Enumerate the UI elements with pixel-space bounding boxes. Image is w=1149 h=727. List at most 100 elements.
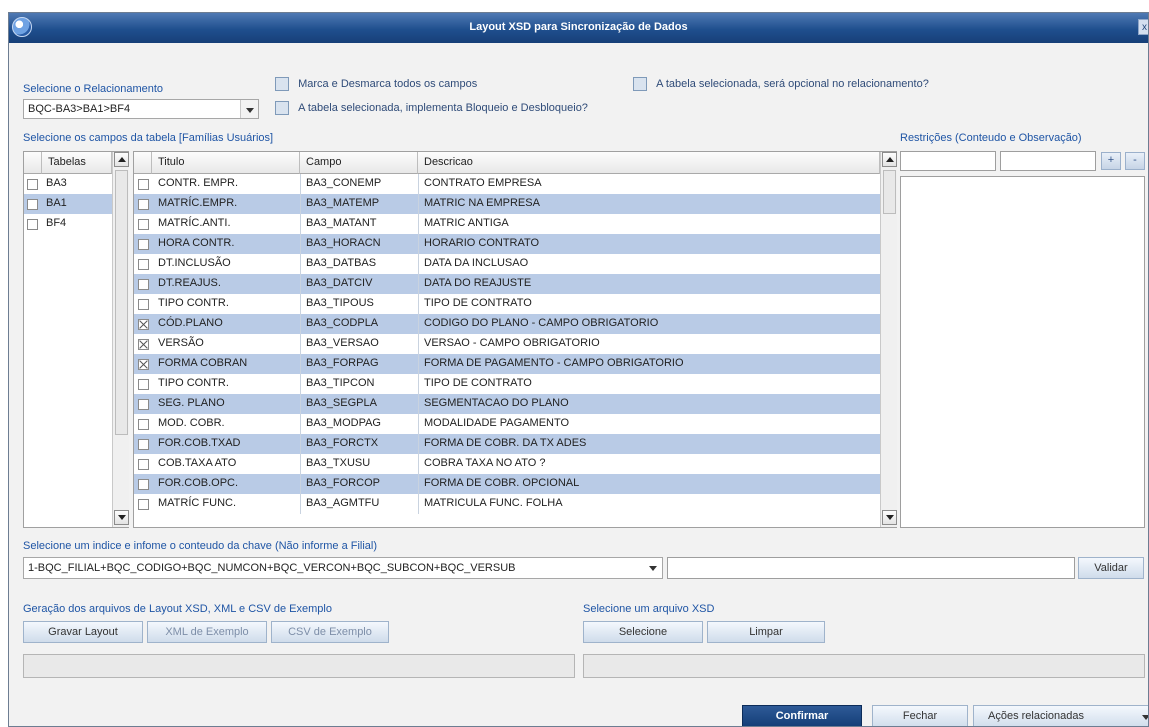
table-row[interactable]: CONTR. EMPR. BA3_CONEMP CONTRATO EMPRESA	[134, 174, 880, 194]
table-row[interactable]: MATRÍC FUNC. BA3_AGMTFU MATRICULA FUNC. FO…	[134, 494, 880, 514]
row-checkbox[interactable]	[27, 178, 38, 190]
row-checkbox[interactable]	[138, 298, 149, 310]
cell-campo: BA3_FORCTX	[306, 437, 379, 449]
table-row[interactable]: DT.REAJUS. BA3_DATCIV DATA DO REAJUSTE	[134, 274, 880, 294]
xsd-label: Selecione um arquivo XSD	[583, 603, 715, 615]
cell-titulo: TIPO CONTR.	[158, 297, 229, 309]
cell-campo: BA3_FORCOP	[306, 477, 380, 489]
xml-example-button[interactable]: XML de Exemplo	[147, 621, 267, 643]
chevron-down-icon[interactable]	[240, 100, 258, 118]
table-row[interactable]: BA1	[24, 194, 112, 214]
cell-titulo: SEG. PLANO	[158, 397, 225, 409]
table-row[interactable]: MOD. COBR. BA3_MODPAG MODALIDADE PAGAMENTO	[134, 414, 880, 434]
index-select[interactable]: 1-BQC_FILIAL+BQC_CODIGO+BQC_NUMCON+BQC_V…	[23, 557, 663, 579]
cell-campo: BA3_DATBAS	[306, 257, 377, 269]
save-layout-button[interactable]: Gravar Layout	[23, 621, 143, 643]
add-restriction-button[interactable]: +	[1101, 152, 1121, 170]
header-descricao[interactable]: Descricao	[418, 152, 880, 174]
table-row[interactable]: TIPO CONTR. BA3_TIPCON TIPO DE CONTRATO	[134, 374, 880, 394]
restriction-content-input[interactable]	[900, 151, 996, 171]
row-checkbox[interactable]	[138, 398, 149, 410]
cell-titulo: DT.INCLUSÃO	[158, 257, 231, 269]
scroll-down-icon[interactable]	[114, 510, 129, 525]
validate-button[interactable]: Validar	[1078, 557, 1144, 579]
row-checkbox[interactable]	[138, 418, 149, 430]
table-row[interactable]: MATRÍC.ANTI. BA3_MATANT MATRIC ANTIGA	[134, 214, 880, 234]
clear-xsd-button[interactable]: Limpar	[707, 621, 825, 643]
row-checkbox[interactable]	[138, 378, 149, 390]
chevron-down-icon[interactable]	[1142, 715, 1148, 720]
row-checkbox[interactable]	[138, 258, 149, 270]
row-checkbox[interactable]	[27, 198, 38, 210]
title-bar: Layout XSD para Sincronização de Dados x	[9, 13, 1148, 43]
table-name: BF4	[46, 217, 67, 229]
blocking-checkbox[interactable]	[275, 101, 289, 115]
relationship-value: BQC-BA3>BA1>BF4	[28, 103, 131, 115]
table-row[interactable]: FOR.COB.OPC. BA3_FORCOP FORMA DE COBR. OPC…	[134, 474, 880, 494]
row-checkbox[interactable]	[138, 218, 149, 230]
table-row[interactable]: CÓD.PLANO BA3_CODPLA CODIGO DO PLANO - CAM…	[134, 314, 880, 334]
row-checkbox[interactable]	[27, 218, 38, 230]
row-checkbox[interactable]	[138, 478, 149, 490]
scroll-thumb[interactable]	[115, 170, 128, 435]
scroll-up-icon[interactable]	[882, 152, 897, 167]
table-row[interactable]: BA3	[24, 174, 112, 194]
csv-example-button[interactable]: CSV de Exemplo	[271, 621, 389, 643]
cell-descricao: TIPO DE CONTRATO	[424, 297, 532, 309]
restrictions-list[interactable]	[900, 176, 1145, 528]
cell-titulo: CONTR. EMPR.	[158, 177, 239, 189]
blocking-option[interactable]: A tabela selecionada, implementa Bloquei…	[275, 101, 588, 115]
table-row[interactable]: BF4	[24, 214, 112, 234]
tables-header: Tabelas	[42, 152, 112, 174]
row-checkbox[interactable]	[138, 318, 149, 330]
chevron-down-icon[interactable]	[644, 558, 662, 578]
row-checkbox[interactable]	[138, 178, 149, 190]
table-row[interactable]: SEG. PLANO BA3_SEGPLA SEGMENTACAO DO PLANO	[134, 394, 880, 414]
table-row[interactable]: DT.INCLUSÃO BA3_DATBAS DATA DA INCLUSAO	[134, 254, 880, 274]
header-campo[interactable]: Campo	[300, 152, 418, 174]
cell-titulo: FORMA COBRAN	[158, 357, 248, 369]
restriction-observation-input[interactable]	[1000, 151, 1096, 171]
close-button[interactable]: Fechar	[872, 705, 968, 726]
row-checkbox[interactable]	[138, 338, 149, 350]
cell-campo: BA3_SEGPLA	[306, 397, 377, 409]
table-row[interactable]: VERSÃO BA3_VERSAO VERSAO - CAMPO OBRIGATOR…	[134, 334, 880, 354]
table-row[interactable]: TIPO CONTR. BA3_TIPOUS TIPO DE CONTRATO	[134, 294, 880, 314]
table-row[interactable]: FOR.COB.TXAD BA3_FORCTX FORMA DE COBR. DA …	[134, 434, 880, 454]
table-row[interactable]: MATRÍC.EMPR. BA3_MATEMP MATRIC NA EMPRESA	[134, 194, 880, 214]
scroll-down-icon[interactable]	[882, 510, 897, 525]
row-checkbox[interactable]	[138, 198, 149, 210]
key-content-input[interactable]	[667, 557, 1075, 579]
cell-descricao: COBRA TAXA NO ATO ?	[424, 457, 546, 469]
cell-descricao: MATRIC NA EMPRESA	[424, 197, 540, 209]
fields-scrollbar[interactable]	[880, 152, 897, 527]
row-checkbox[interactable]	[138, 498, 149, 510]
table-row[interactable]: HORA CONTR. BA3_HORACN HORARIO CONTRATO	[134, 234, 880, 254]
cell-descricao: DATA DA INCLUSAO	[424, 257, 529, 269]
remove-restriction-button[interactable]: -	[1125, 152, 1145, 170]
table-row[interactable]: COB.TAXA ATO BA3_TXUSU COBRA TAXA NO ATO ?	[134, 454, 880, 474]
row-checkbox[interactable]	[138, 438, 149, 450]
row-checkbox[interactable]	[138, 358, 149, 370]
row-checkbox[interactable]	[138, 278, 149, 290]
close-icon[interactable]: x	[1138, 19, 1148, 35]
header-titulo[interactable]: Titulo	[152, 152, 300, 174]
cell-descricao: HORARIO CONTRATO	[424, 237, 540, 249]
scroll-thumb[interactable]	[883, 170, 896, 214]
row-checkbox[interactable]	[138, 238, 149, 250]
relationship-label: Selecione o Relacionamento	[23, 83, 164, 95]
confirm-button[interactable]: Confirmar	[742, 705, 862, 726]
relationship-select[interactable]: BQC-BA3>BA1>BF4	[23, 99, 259, 119]
restrictions-label: Restrições (Conteudo e Observação)	[900, 132, 1082, 144]
related-actions-button[interactable]: Ações relacionadas	[973, 705, 1148, 726]
table-row[interactable]: FORMA COBRAN BA3_FORPAG FORMA DE PAGAMENTO…	[134, 354, 880, 374]
optional-checkbox[interactable]	[633, 77, 647, 91]
row-checkbox[interactable]	[138, 458, 149, 470]
mark-all-checkbox[interactable]	[275, 77, 289, 91]
scroll-up-icon[interactable]	[114, 152, 129, 167]
mark-all-option[interactable]: Marca e Desmarca todos os campos	[275, 77, 477, 91]
optional-option[interactable]: A tabela selecionada, será opcional no r…	[633, 77, 929, 91]
cell-titulo: MATRÍC.EMPR.	[158, 197, 238, 209]
tables-scrollbar[interactable]	[112, 152, 129, 527]
select-xsd-button[interactable]: Selecione	[583, 621, 703, 643]
